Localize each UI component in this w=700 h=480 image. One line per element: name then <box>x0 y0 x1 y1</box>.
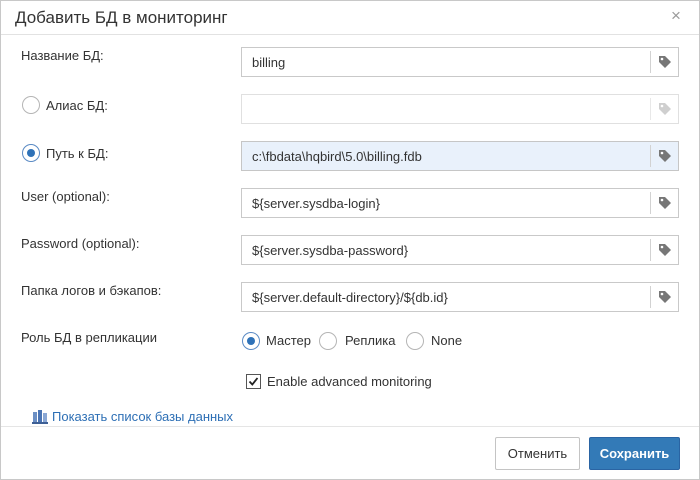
tag-icon[interactable] <box>658 243 672 257</box>
role-master-radio[interactable] <box>242 332 260 350</box>
tag-icon[interactable] <box>658 290 672 304</box>
replication-role-label: Роль БД в репликации <box>21 330 157 345</box>
password-label: Password (optional): <box>21 236 140 251</box>
field-separator <box>650 192 651 214</box>
path-radio[interactable] <box>22 144 40 162</box>
tag-icon[interactable] <box>658 196 672 210</box>
role-replica-radio[interactable] <box>319 332 337 350</box>
field-separator <box>650 51 651 73</box>
password-value: ${server.sysdba-password} <box>252 243 409 258</box>
user-field[interactable]: ${server.sysdba-login} <box>241 188 679 218</box>
dialog-title: Добавить БД в мониторинг <box>15 8 228 27</box>
alias-radio[interactable] <box>22 96 40 114</box>
advanced-monitoring-checkbox[interactable] <box>246 374 261 389</box>
checkmark-icon <box>248 377 259 386</box>
path-label: Путь к БД: <box>46 146 109 161</box>
user-label: User (optional): <box>21 189 110 204</box>
tag-icon <box>659 103 671 115</box>
db-name-value: billing <box>252 55 286 70</box>
add-db-dialog: Добавить БД в мониторинг × Название БД: … <box>0 0 700 480</box>
path-field[interactable]: c:\fbdata\hqbird\5.0\billing.fdb <box>241 141 679 171</box>
db-name-field[interactable]: billing <box>241 47 679 77</box>
database-list-icon[interactable] <box>32 408 48 424</box>
tag-icon[interactable] <box>658 55 672 69</box>
path-value: c:\fbdata\hqbird\5.0\billing.fdb <box>252 149 422 164</box>
show-db-list-link[interactable]: Показать список базы данных <box>52 409 233 424</box>
footer-divider <box>1 426 699 427</box>
role-none-radio[interactable] <box>406 332 424 350</box>
logs-folder-value: ${server.default-directory}/${db.id} <box>252 290 448 305</box>
field-separator <box>650 145 651 167</box>
cancel-button[interactable]: Отменить <box>495 437 580 470</box>
db-name-label: Название БД: <box>21 48 104 63</box>
password-field[interactable]: ${server.sysdba-password} <box>241 235 679 265</box>
close-icon[interactable]: × <box>671 6 681 26</box>
field-separator <box>650 239 651 261</box>
dialog-titlebar: Добавить БД в мониторинг × <box>1 1 699 35</box>
advanced-monitoring-label[interactable]: Enable advanced monitoring <box>267 374 432 389</box>
alias-label: Алиас БД: <box>46 98 108 113</box>
role-none-label[interactable]: None <box>431 333 462 348</box>
user-value: ${server.sysdba-login} <box>252 196 380 211</box>
field-separator <box>650 286 651 308</box>
logs-folder-label: Папка логов и бэкапов: <box>21 283 162 298</box>
tag-icon[interactable] <box>658 149 672 163</box>
field-separator <box>650 98 651 120</box>
role-master-label[interactable]: Мастер <box>266 333 311 348</box>
save-button[interactable]: Сохранить <box>589 437 680 470</box>
role-replica-label[interactable]: Реплика <box>345 333 395 348</box>
logs-folder-field[interactable]: ${server.default-directory}/${db.id} <box>241 282 679 312</box>
alias-field[interactable] <box>241 94 679 124</box>
